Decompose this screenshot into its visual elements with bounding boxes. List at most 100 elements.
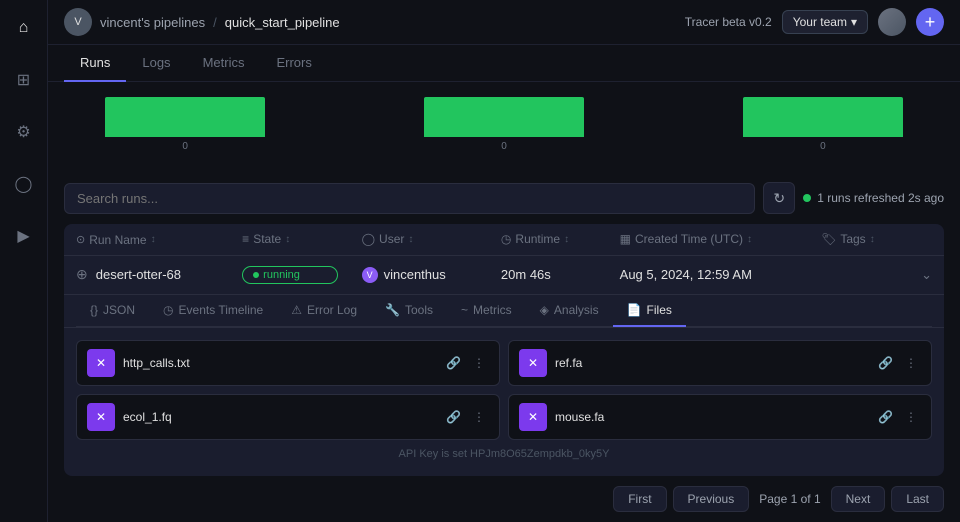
run-runtime-cell: 20m 46s [489, 255, 608, 294]
user-col-icon: ◯ [362, 232, 375, 246]
col-state[interactable]: ≡ State ↕ [230, 224, 349, 255]
sub-tab-error-log[interactable]: ⚠ Error Log [277, 295, 371, 327]
row-chevron[interactable]: ⌄ [909, 255, 944, 294]
col-runtime[interactable]: ◷ Runtime ↕ [489, 224, 608, 255]
sidebar-user[interactable]: ◯ [8, 168, 40, 200]
sub-tab-tools[interactable]: 🔧 Tools [371, 295, 447, 327]
runtime-icon: ◷ [501, 232, 511, 246]
table-row[interactable]: ⊕ desert-otter-68 running V vince [64, 255, 944, 294]
link-icon[interactable]: 🔗 [874, 354, 897, 372]
run-created-cell: Aug 5, 2024, 12:59 AM [608, 255, 809, 294]
tracer-version: Tracer beta v0.2 [685, 15, 772, 29]
sub-tabs-row: {} JSON ◷ Events Timeline ⚠ Error Log [64, 294, 944, 327]
user-avatar[interactable] [878, 8, 906, 36]
list-item: ✕ http_calls.txt 🔗 ⋮ [76, 340, 500, 386]
tab-logs[interactable]: Logs [126, 45, 186, 82]
main-tabs: Runs Logs Metrics Errors [48, 45, 960, 82]
link-icon[interactable]: 🔗 [442, 408, 465, 426]
col-tags[interactable]: 🏷 Tags ↕ [809, 224, 909, 255]
sub-tab-files[interactable]: 📄 Files [613, 295, 686, 327]
sidebar-play[interactable]: ▶ [8, 220, 40, 252]
refresh-button[interactable]: ↻ [763, 182, 795, 214]
pipeline-name: quick_start_pipeline [225, 15, 340, 30]
state-dot [253, 272, 259, 278]
user-name: vincenthus [384, 267, 446, 282]
col-created-time[interactable]: ▦ Created Time (UTC) ↕ [608, 224, 809, 255]
chart-bar-1 [105, 97, 265, 137]
link-icon[interactable]: 🔗 [874, 408, 897, 426]
sub-tabs: {} JSON ◷ Events Timeline ⚠ Error Log [76, 295, 932, 327]
chart-bars: 0 0 0 [64, 82, 944, 172]
table-container: ⊙ Run Name ↕ ≡ State ↕ [48, 224, 960, 476]
sub-tab-analysis[interactable]: ◈ Analysis [526, 295, 613, 327]
sub-tab-metrics[interactable]: ~ Metrics [447, 295, 526, 327]
search-input[interactable] [64, 183, 755, 214]
pagination: First Previous Page 1 of 1 Next Last [48, 476, 960, 522]
col-user[interactable]: ◯ User ↕ [350, 224, 489, 255]
next-button[interactable]: Next [831, 486, 886, 512]
chart-bar-2 [424, 97, 584, 137]
chart-bar-group-1: 0 [64, 97, 306, 152]
expand-icon[interactable]: ⊕ [76, 266, 88, 283]
run-name-cell: ⊕ desert-otter-68 [64, 255, 230, 294]
last-button[interactable]: Last [891, 486, 944, 512]
chart-bar-group-2: 0 [383, 97, 625, 152]
sidebar-grid[interactable]: ⊞ [8, 64, 40, 96]
calendar-icon: ▦ [620, 232, 631, 246]
state-badge: running [242, 266, 337, 284]
tools-icon: 🔧 [385, 303, 400, 317]
run-tags-cell [809, 255, 909, 294]
team-button[interactable]: Your team ▾ [782, 10, 868, 34]
file-type-icon: ✕ [87, 403, 115, 431]
error-icon: ⚠ [291, 303, 302, 317]
state-text: running [263, 269, 300, 281]
link-icon[interactable]: 🔗 [442, 354, 465, 372]
chart-label-3: 0 [820, 141, 826, 152]
chart-bar-group-3: 0 [702, 97, 944, 152]
col-run-name[interactable]: ⊙ Run Name ↕ [64, 224, 230, 255]
list-item: ✕ ecol_1.fq 🔗 ⋮ [76, 394, 500, 440]
api-key-note: API Key is set HPJm8O65Zempdkb_0ky5Y [76, 440, 932, 464]
file-type-icon: ✕ [519, 403, 547, 431]
table-header-row: ⊙ Run Name ↕ ≡ State ↕ [64, 224, 944, 255]
chevron-down-icon: ▾ [851, 15, 857, 29]
more-icon[interactable]: ⋮ [901, 354, 921, 372]
header: V vincent's pipelines / quick_start_pipe… [48, 0, 960, 45]
first-button[interactable]: First [613, 486, 666, 512]
page-info: Page 1 of 1 [755, 492, 824, 506]
metrics-icon: ~ [461, 303, 468, 317]
chart-area: 0 0 0 [48, 82, 960, 172]
sub-tab-events-timeline[interactable]: ◷ Events Timeline [149, 295, 277, 327]
col-expand [909, 224, 944, 255]
run-state-cell: running [230, 255, 349, 294]
run-name-icon: ⊙ [76, 233, 85, 246]
refresh-status-text: 1 runs refreshed 2s ago [817, 191, 944, 205]
file-name: mouse.fa [555, 410, 866, 424]
status-dot [803, 194, 811, 202]
tab-errors[interactable]: Errors [260, 45, 327, 82]
pipeline-owner: vincent's pipelines [100, 15, 205, 30]
files-row: ✕ http_calls.txt 🔗 ⋮ ✕ ref.fa [64, 327, 944, 476]
tab-metrics[interactable]: Metrics [187, 45, 261, 82]
more-icon[interactable]: ⋮ [469, 408, 489, 426]
sidebar-settings[interactable]: ⚙ [8, 116, 40, 148]
state-icon: ≡ [242, 232, 249, 246]
previous-button[interactable]: Previous [673, 486, 750, 512]
file-type-icon: ✕ [519, 349, 547, 377]
sort-icon-tags: ↕ [870, 234, 875, 245]
file-type-icon: ✕ [87, 349, 115, 377]
add-button[interactable]: + [916, 8, 944, 36]
file-name: ref.fa [555, 356, 866, 370]
tab-runs[interactable]: Runs [64, 45, 126, 82]
json-icon: {} [90, 303, 98, 317]
avatar: V [64, 8, 92, 36]
more-icon[interactable]: ⋮ [901, 408, 921, 426]
user-dot: V [362, 267, 378, 283]
sub-tab-json[interactable]: {} JSON [76, 295, 149, 327]
tag-icon: 🏷 [821, 232, 836, 246]
sidebar-home[interactable]: ⌂ [8, 12, 40, 44]
more-icon[interactable]: ⋮ [469, 354, 489, 372]
runs-table: ⊙ Run Name ↕ ≡ State ↕ [64, 224, 944, 476]
refresh-status: 1 runs refreshed 2s ago [803, 191, 944, 205]
breadcrumb: V vincent's pipelines / quick_start_pipe… [64, 8, 340, 36]
